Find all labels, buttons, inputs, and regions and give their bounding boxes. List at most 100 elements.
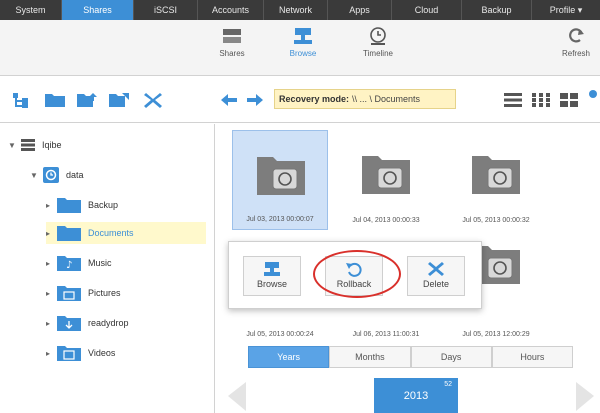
pictures-folder-icon bbox=[57, 286, 81, 301]
timeline-button[interactable]: Timeline bbox=[358, 26, 398, 58]
share-label: data bbox=[66, 170, 84, 180]
snapshot-item[interactable]: Jul 03, 2013 00:00:07 bbox=[232, 130, 328, 230]
delete-snapshot-label: Delete bbox=[422, 279, 449, 289]
collapsed-arrow-icon[interactable]: ▸ bbox=[46, 259, 56, 268]
snapshot-timestamp: Jul 05, 2013 00:00:24 bbox=[246, 331, 314, 338]
tab-backup[interactable]: Backup bbox=[462, 0, 532, 20]
collapsed-arrow-icon[interactable]: ▸ bbox=[46, 289, 56, 298]
browse-snapshot-label: Browse bbox=[256, 279, 287, 289]
folder-label: readydrop bbox=[88, 318, 129, 328]
browse-icon bbox=[264, 262, 280, 276]
tab-apps[interactable]: Apps bbox=[328, 0, 392, 20]
tree-folder-documents[interactable]: ▸ Documents bbox=[46, 222, 206, 244]
snapshot-timestamp: Jul 04, 2013 00:00:33 bbox=[352, 217, 420, 224]
tab-months[interactable]: Months bbox=[329, 346, 411, 368]
folder-icon bbox=[57, 226, 81, 241]
browse-icon bbox=[294, 28, 312, 44]
folder-icon bbox=[57, 198, 81, 213]
timeline-next-icon[interactable] bbox=[574, 380, 596, 413]
rollback-highlight-circle bbox=[313, 250, 401, 298]
snapshot-folder-icon bbox=[472, 156, 520, 194]
recovery-mode-label: Recovery mode: bbox=[279, 94, 350, 104]
refresh-button[interactable]: Refresh bbox=[556, 26, 596, 58]
snapshot-count: 52 bbox=[444, 381, 452, 388]
tree-folder-music[interactable]: ▸ ♪ Music bbox=[46, 252, 206, 274]
refresh-label: Refresh bbox=[561, 49, 590, 58]
share-icon bbox=[43, 167, 59, 183]
folder-label: Documents bbox=[88, 228, 134, 238]
volume-icon bbox=[21, 139, 35, 151]
snapshot-item[interactable]: Jul 04, 2013 00:00:33 bbox=[338, 130, 434, 230]
collapsed-arrow-icon[interactable]: ▸ bbox=[46, 229, 56, 238]
tab-days[interactable]: Days bbox=[410, 346, 492, 368]
tree-folder-readydrop[interactable]: ▸ readydrop bbox=[46, 312, 206, 334]
upload-icon[interactable] bbox=[76, 91, 98, 109]
snapshot-timestamp: Jul 06, 2013 11:00:31 bbox=[352, 331, 420, 338]
tab-hours[interactable]: Hours bbox=[491, 346, 573, 368]
svg-text:♪: ♪ bbox=[66, 260, 72, 271]
back-arrow-icon[interactable] bbox=[218, 91, 240, 109]
sub-navigation: Shares Browse Timeline Refresh bbox=[0, 20, 600, 76]
collapsed-arrow-icon[interactable]: ▸ bbox=[46, 349, 56, 358]
tree-view-icon[interactable] bbox=[12, 91, 34, 109]
year-selector[interactable]: 2013 52 bbox=[374, 378, 458, 413]
expand-arrow-icon[interactable]: ▼ bbox=[8, 141, 18, 150]
list-view-icon[interactable] bbox=[502, 91, 524, 109]
tab-network[interactable]: Network bbox=[264, 0, 328, 20]
snapshot-timestamp: Jul 05, 2013 00:00:32 bbox=[462, 217, 530, 224]
snapshot-folder-icon bbox=[362, 156, 410, 194]
snapshot-item[interactable]: Jul 05, 2013 00:00:32 bbox=[448, 130, 544, 230]
shares-button[interactable]: Shares bbox=[212, 26, 252, 58]
browse-button[interactable]: Browse bbox=[283, 26, 323, 58]
delete-icon[interactable] bbox=[142, 91, 164, 109]
folder-label: Backup bbox=[88, 200, 119, 210]
tree-folder-pictures[interactable]: ▸ Pictures bbox=[46, 282, 206, 304]
music-folder-icon: ♪ bbox=[57, 256, 81, 271]
folder-label: Videos bbox=[88, 348, 116, 358]
tree-share-data[interactable]: ▼ data bbox=[30, 164, 84, 186]
tree-volume[interactable]: ▼ Iqibe bbox=[8, 134, 62, 156]
collapsed-arrow-icon[interactable]: ▸ bbox=[46, 201, 56, 210]
tab-iscsi[interactable]: iSCSI bbox=[134, 0, 198, 20]
top-navigation: System Shares iSCSI Accounts Network App… bbox=[0, 0, 600, 20]
new-folder-icon[interactable] bbox=[44, 91, 66, 109]
snapshot-timestamp: Jul 03, 2013 00:00:07 bbox=[246, 216, 314, 223]
time-granularity-tabs: Years Months Days Hours bbox=[248, 346, 573, 368]
expand-arrow-icon[interactable]: ▼ bbox=[30, 171, 40, 180]
snapshot-timestamp: Jul 05, 2013 12:00:29 bbox=[462, 331, 530, 338]
large-grid-view-icon[interactable] bbox=[558, 91, 580, 109]
tab-cloud[interactable]: Cloud bbox=[392, 0, 462, 20]
snapshot-badge-icon bbox=[589, 90, 597, 98]
tree-folder-backup[interactable]: ▸ Backup bbox=[46, 194, 206, 216]
folder-tree: ▼ Iqibe ▼ data ▸ Backup ▸ Documents ▸ ♪ … bbox=[0, 124, 215, 413]
videos-folder-icon bbox=[57, 346, 81, 361]
move-icon[interactable] bbox=[108, 91, 130, 109]
browse-label: Browse bbox=[289, 49, 317, 58]
collapsed-arrow-icon[interactable]: ▸ bbox=[46, 319, 56, 328]
snapshot-folder-icon bbox=[257, 157, 305, 195]
tab-years[interactable]: Years bbox=[248, 346, 330, 368]
recovery-mode-path: Recovery mode: \\ ... \ Documents bbox=[274, 89, 456, 109]
tab-accounts[interactable]: Accounts bbox=[198, 0, 264, 20]
year-value: 2013 bbox=[403, 389, 429, 402]
refresh-icon bbox=[569, 28, 584, 43]
forward-arrow-icon[interactable] bbox=[244, 91, 266, 109]
tab-shares[interactable]: Shares bbox=[62, 0, 134, 20]
readydrop-folder-icon bbox=[57, 316, 81, 331]
toolbar: Recovery mode: \\ ... \ Documents bbox=[0, 77, 600, 123]
volume-label: Iqibe bbox=[42, 140, 62, 150]
recovery-path-text: \\ ... \ Documents bbox=[352, 94, 421, 104]
delete-icon bbox=[428, 262, 444, 276]
small-grid-view-icon[interactable] bbox=[530, 91, 552, 109]
tab-system[interactable]: System bbox=[0, 0, 62, 20]
shares-label: Shares bbox=[219, 49, 245, 58]
shares-icon bbox=[223, 29, 241, 43]
tree-folder-videos[interactable]: ▸ Videos bbox=[46, 342, 206, 364]
clock-icon bbox=[370, 27, 386, 45]
timeline-label: Timeline bbox=[363, 49, 393, 58]
folder-label: Music bbox=[88, 258, 112, 268]
delete-snapshot-button[interactable]: Delete bbox=[407, 256, 465, 296]
tab-profile[interactable]: Profile ▾ bbox=[532, 0, 600, 20]
timeline-prev-icon[interactable] bbox=[226, 380, 248, 413]
browse-snapshot-button[interactable]: Browse bbox=[243, 256, 301, 296]
